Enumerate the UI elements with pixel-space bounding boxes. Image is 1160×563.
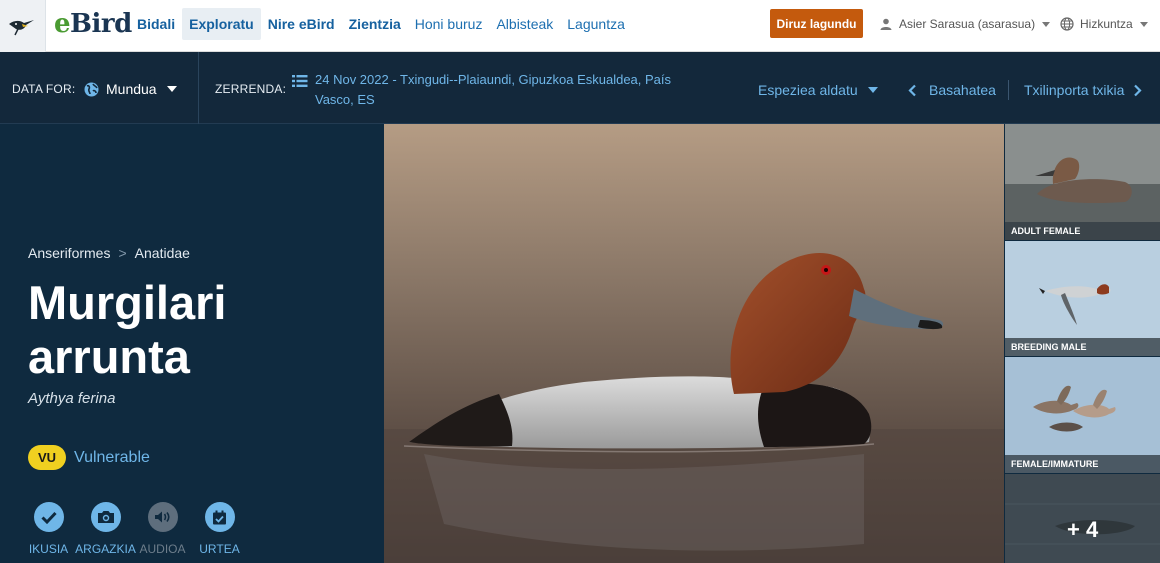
- main-nav: Bidali Exploratu Nire eBird Zientzia Hon…: [130, 8, 632, 40]
- photo-label: ARGAZKIA: [75, 542, 136, 556]
- divider: [1008, 80, 1009, 100]
- next-species-link[interactable]: Txilinporta txikia: [1024, 81, 1142, 99]
- nav-news[interactable]: Albisteak: [489, 8, 560, 40]
- taxon-order[interactable]: Anseriformes: [28, 245, 110, 261]
- breadcrumb-separator: >: [118, 245, 127, 261]
- species-info-panel: Anseriformes > Anatidae Murgilari arrunta …: [0, 124, 384, 563]
- species-scientific-name: Aythya ferina: [28, 390, 116, 407]
- thumbnail-more-photos[interactable]: + 4: [1005, 474, 1160, 563]
- year-label: URTEA: [199, 542, 240, 556]
- ebird-logo[interactable]: eBird: [54, 9, 132, 39]
- user-name: Asier Sarasua (asarasua): [899, 17, 1036, 31]
- seen-indicator[interactable]: IKUSIA: [27, 502, 70, 556]
- data-for-label: DATA FOR:: [12, 82, 76, 96]
- user-icon: [880, 18, 892, 30]
- chevron-down-icon: [1139, 21, 1148, 27]
- globe-icon: [1060, 17, 1074, 31]
- change-species-label: Espeziea aldatu: [758, 82, 858, 98]
- filter-bar: DATA FOR: Mundua ZERRENDA: 24 Nov 2022 -…: [0, 52, 1160, 124]
- top-navigation-bar: eBird Bidali Exploratu Nire eBird Zientz…: [0, 0, 1160, 52]
- donate-button[interactable]: Diruz lagundu: [770, 9, 863, 38]
- thumbnail-adult-female[interactable]: ADULT FEMALE: [1005, 124, 1160, 240]
- hummingbird-logo-icon: [8, 20, 34, 36]
- next-species-label: Txilinporta txikia: [1024, 82, 1125, 98]
- region-selector[interactable]: Mundua: [84, 80, 177, 98]
- divider: [198, 52, 199, 124]
- speaker-icon: [147, 502, 178, 532]
- audio-indicator: AUDIOA: [139, 502, 186, 556]
- species-hero-photo[interactable]: [384, 124, 1004, 563]
- year-indicator[interactable]: URTEA: [198, 502, 241, 556]
- region-value: Mundua: [106, 81, 157, 97]
- previous-species-label: Basahatea: [929, 82, 996, 98]
- nav-about[interactable]: Honi buruz: [408, 8, 490, 40]
- photo-indicator[interactable]: ARGAZKIA: [75, 502, 136, 556]
- checklist-label: ZERRENDA:: [215, 82, 287, 96]
- thumbnail-caption: BREEDING MALE: [1005, 338, 1160, 356]
- checklist-link[interactable]: 24 Nov 2022 - Txingudi--Plaiaundi, Gipuz…: [292, 70, 712, 110]
- media-indicators: IKUSIA ARGAZKIA AUDIOA URTEA: [27, 502, 255, 556]
- nav-submit[interactable]: Bidali: [130, 8, 182, 40]
- common-pochard-photo: [384, 124, 1004, 563]
- seen-label: IKUSIA: [28, 542, 69, 556]
- thumbnail-caption: FEMALE/IMMATURE: [1005, 455, 1160, 473]
- nav-science[interactable]: Zientzia: [342, 8, 408, 40]
- chevron-down-icon: [166, 86, 177, 92]
- change-species-button[interactable]: Espeziea aldatu: [758, 81, 878, 99]
- nav-help[interactable]: Laguntza: [560, 8, 632, 40]
- logo-bird: Bird: [70, 9, 132, 39]
- taxonomy-breadcrumb: Anseriformes > Anatidae: [28, 245, 190, 261]
- chevron-right-icon: [1134, 84, 1142, 96]
- chevron-down-icon: [867, 87, 878, 93]
- user-menu[interactable]: Asier Sarasua (asarasua): [880, 14, 1051, 34]
- camera-icon: [90, 502, 121, 532]
- list-icon: [292, 75, 308, 87]
- nav-my-ebird[interactable]: Nire eBird: [261, 8, 342, 40]
- thumbnail-breeding-male[interactable]: BREEDING MALE: [1005, 241, 1160, 356]
- taxon-family[interactable]: Anatidae: [135, 245, 190, 261]
- more-photos-count: + 4: [1067, 517, 1099, 542]
- globe-icon: [84, 82, 99, 96]
- conservation-status[interactable]: VU Vulnerable: [28, 445, 150, 470]
- checklist-value: 24 Nov 2022 - Txingudi--Plaiaundi, Gipuz…: [315, 72, 672, 107]
- status-label: Vulnerable: [74, 448, 150, 466]
- thumbnail-caption: ADULT FEMALE: [1005, 222, 1160, 240]
- calendar-check-icon: [204, 502, 235, 532]
- status-badge: VU: [28, 445, 66, 470]
- ebird-logo-mark[interactable]: [0, 0, 46, 52]
- checkmark-icon: [33, 502, 64, 532]
- previous-species-link[interactable]: Basahatea: [908, 81, 996, 99]
- language-label: Hizkuntza: [1080, 17, 1133, 31]
- chevron-down-icon: [1042, 21, 1051, 27]
- audio-label: AUDIOA: [139, 542, 186, 556]
- language-menu[interactable]: Hizkuntza: [1060, 14, 1148, 34]
- chevron-left-icon: [908, 84, 916, 96]
- species-common-name: Murgilari arrunta: [28, 276, 227, 383]
- logo-e: e: [54, 9, 71, 39]
- thumbnail-female-immature[interactable]: FEMALE/IMMATURE: [1005, 357, 1160, 473]
- photo-thumbnails: ADULT FEMALE BREEDING MALE FEMALE/IMMATU…: [1004, 124, 1160, 563]
- nav-explore[interactable]: Exploratu: [182, 8, 261, 40]
